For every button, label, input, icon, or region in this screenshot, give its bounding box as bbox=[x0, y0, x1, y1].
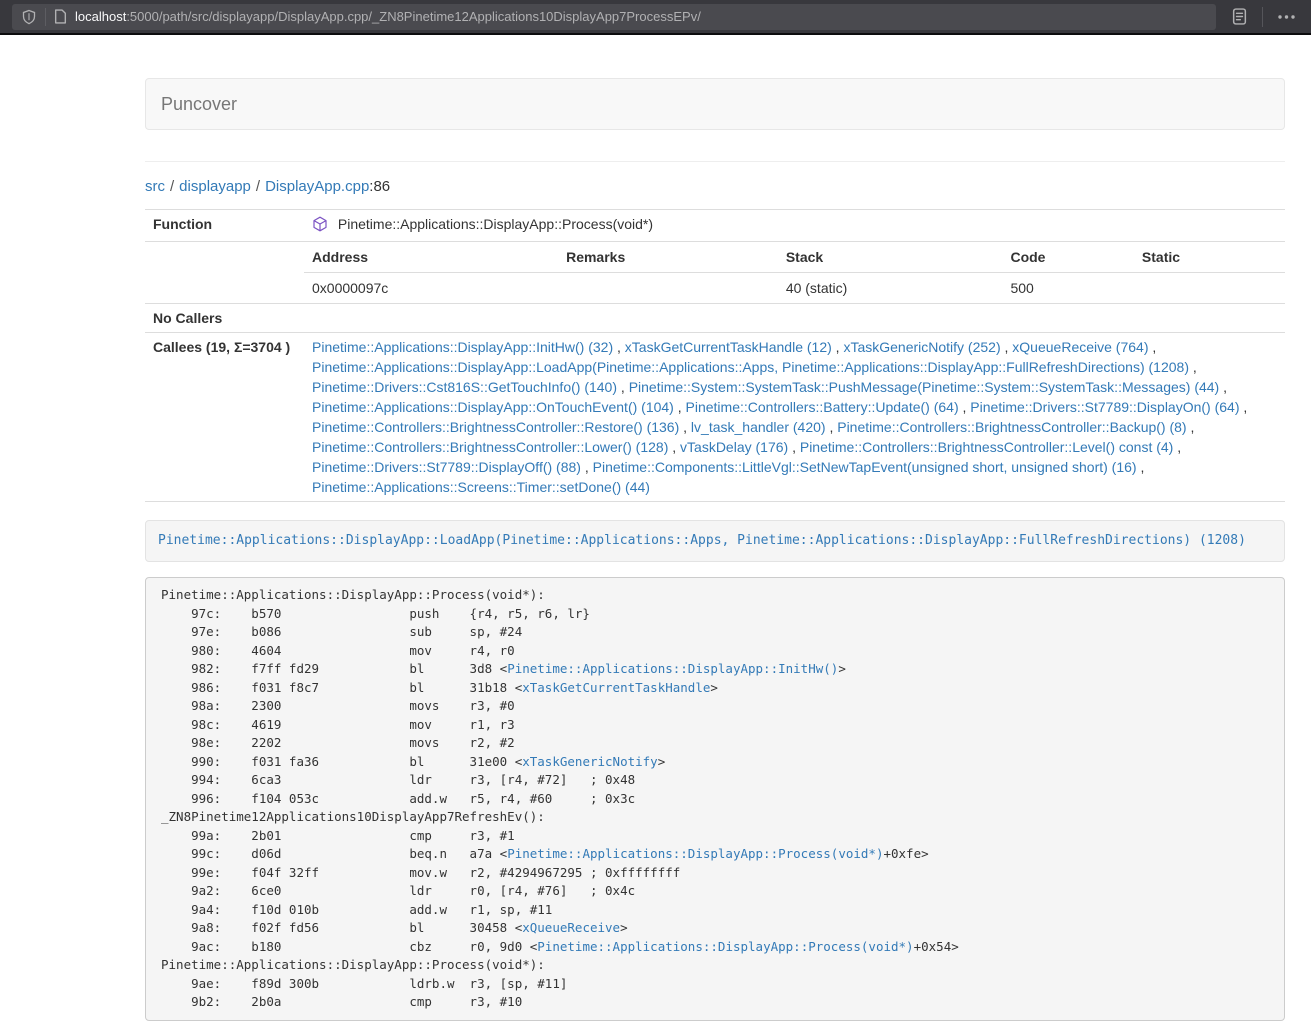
breadcrumb-src-link[interactable]: src bbox=[145, 178, 165, 195]
disassembly-panel: Pinetime::Applications::DisplayApp::Proc… bbox=[145, 577, 1285, 1021]
callee-link[interactable]: xTaskGenericNotify (252) bbox=[843, 339, 1000, 355]
metrics-row: Address Remarks Stack Code Static 0x0000… bbox=[145, 242, 1285, 304]
assembly-symbol-link[interactable]: Pinetime::Applications::DisplayApp::Proc… bbox=[507, 846, 883, 861]
highlight-panel: Pinetime::Applications::DisplayApp::Load… bbox=[145, 520, 1285, 562]
metrics-values-row: 0x0000097c 40 (static) 500 bbox=[304, 273, 1285, 304]
no-callers-label: No Callers bbox=[145, 304, 304, 333]
callee-link[interactable]: Pinetime::Controllers::BrightnessControl… bbox=[312, 419, 679, 435]
function-detail-table: Function Pinetime::Applications::Display… bbox=[145, 209, 1285, 502]
callees-list: Pinetime::Applications::DisplayApp::Init… bbox=[304, 333, 1285, 502]
callee-link[interactable]: vTaskDelay (176) bbox=[680, 439, 788, 455]
toolbar-divider bbox=[1262, 7, 1263, 27]
function-row-label: Function bbox=[145, 210, 304, 242]
callee-link[interactable]: Pinetime::Components::LittleVgl::SetNewT… bbox=[593, 459, 1137, 475]
assembly-symbol-link[interactable]: xTaskGenericNotify bbox=[522, 754, 657, 769]
breadcrumb-file-link[interactable]: DisplayApp.cpp bbox=[265, 178, 369, 195]
breadcrumb-separator: / bbox=[165, 178, 179, 195]
column-header-remarks: Remarks bbox=[558, 242, 778, 273]
callees-label: Callees (19, Σ=3704 ) bbox=[145, 333, 304, 502]
breadcrumb-separator: / bbox=[251, 178, 265, 195]
reader-mode-icon[interactable] bbox=[1226, 4, 1252, 30]
assembly-symbol-link[interactable]: xQueueReceive bbox=[522, 920, 620, 935]
breadcrumb-line-number: :86 bbox=[369, 178, 390, 195]
callee-link[interactable]: xQueueReceive (764) bbox=[1012, 339, 1148, 355]
brand-title[interactable]: Puncover bbox=[161, 94, 237, 115]
url-text[interactable]: localhost:5000/path/src/displayapp/Displ… bbox=[75, 9, 1207, 24]
callee-link[interactable]: Pinetime::Controllers::Battery::Update()… bbox=[686, 399, 959, 415]
assembly-code: Pinetime::Applications::DisplayApp::Proc… bbox=[161, 586, 1274, 1012]
callers-cell bbox=[304, 304, 1285, 333]
callee-link[interactable]: Pinetime::Drivers::St7789::DisplayOff() … bbox=[312, 459, 581, 475]
callee-link[interactable]: Pinetime::Applications::DisplayApp::Init… bbox=[312, 339, 613, 355]
breadcrumb-displayapp-link[interactable]: displayapp bbox=[179, 178, 251, 195]
navbar: Puncover bbox=[145, 78, 1285, 130]
assembly-symbol-link[interactable]: Pinetime::Applications::DisplayApp::Init… bbox=[507, 661, 838, 676]
callee-link[interactable]: Pinetime::Applications::DisplayApp::Load… bbox=[312, 359, 1189, 375]
no-callers-row: No Callers bbox=[145, 304, 1285, 333]
callee-link[interactable]: Pinetime::Drivers::Cst816S::GetTouchInfo… bbox=[312, 379, 617, 395]
highlight-loadapp-link[interactable]: Pinetime::Applications::DisplayApp::Load… bbox=[158, 533, 1246, 548]
assembly-symbol-link[interactable]: xTaskGetCurrentTaskHandle bbox=[522, 680, 710, 695]
callee-link[interactable]: Pinetime::Controllers::BrightnessControl… bbox=[312, 439, 668, 455]
column-header-stack: Stack bbox=[778, 242, 1003, 273]
callees-row: Callees (19, Σ=3704 ) Pinetime::Applicat… bbox=[145, 333, 1285, 502]
browser-toolbar: localhost:5000/path/src/displayapp/Displ… bbox=[0, 0, 1311, 35]
address-value: 0x0000097c bbox=[304, 273, 558, 304]
url-host: localhost bbox=[75, 9, 126, 24]
assembly-symbol-link[interactable]: Pinetime::Applications::DisplayApp::Proc… bbox=[537, 939, 913, 954]
column-header-static: Static bbox=[1134, 242, 1285, 273]
callee-link[interactable]: Pinetime::Applications::Screens::Timer::… bbox=[312, 479, 650, 495]
callee-link[interactable]: Pinetime::System::SystemTask::PushMessag… bbox=[629, 379, 1220, 395]
url-bar-divider bbox=[45, 8, 46, 26]
code-value: 500 bbox=[1002, 273, 1133, 304]
url-bar[interactable]: localhost:5000/path/src/displayapp/Displ… bbox=[12, 4, 1216, 30]
static-value bbox=[1134, 273, 1285, 304]
stack-value: 40 (static) bbox=[778, 273, 1003, 304]
page-container: Puncover src/displayapp/DisplayApp.cpp:8… bbox=[145, 78, 1285, 1021]
callee-link[interactable]: lv_task_handler (420) bbox=[691, 419, 826, 435]
function-name-cell: Pinetime::Applications::DisplayApp::Proc… bbox=[304, 210, 1285, 242]
function-row: Function Pinetime::Applications::Display… bbox=[145, 210, 1285, 242]
metrics-table: Address Remarks Stack Code Static 0x0000… bbox=[304, 242, 1285, 303]
page-icon bbox=[54, 9, 67, 24]
column-header-address: Address bbox=[304, 242, 558, 273]
package-cube-icon bbox=[312, 219, 332, 235]
callee-link[interactable]: Pinetime::Controllers::BrightnessControl… bbox=[800, 439, 1173, 455]
remarks-value bbox=[558, 273, 778, 304]
breadcrumb: src/displayapp/DisplayApp.cpp:86 bbox=[145, 176, 1285, 197]
overflow-menu-icon[interactable] bbox=[1273, 4, 1299, 30]
callee-link[interactable]: Pinetime::Controllers::BrightnessControl… bbox=[837, 419, 1186, 435]
callee-link[interactable]: Pinetime::Applications::DisplayApp::OnTo… bbox=[312, 399, 674, 415]
shield-icon[interactable] bbox=[21, 9, 37, 25]
callee-link[interactable]: xTaskGetCurrentTaskHandle (12) bbox=[625, 339, 832, 355]
callee-link[interactable]: Pinetime::Drivers::St7789::DisplayOn() (… bbox=[970, 399, 1239, 415]
url-path: :5000/path/src/displayapp/DisplayApp.cpp… bbox=[126, 9, 701, 24]
divider bbox=[145, 161, 1285, 162]
column-header-code: Code bbox=[1002, 242, 1133, 273]
function-name: Pinetime::Applications::DisplayApp::Proc… bbox=[338, 216, 653, 232]
